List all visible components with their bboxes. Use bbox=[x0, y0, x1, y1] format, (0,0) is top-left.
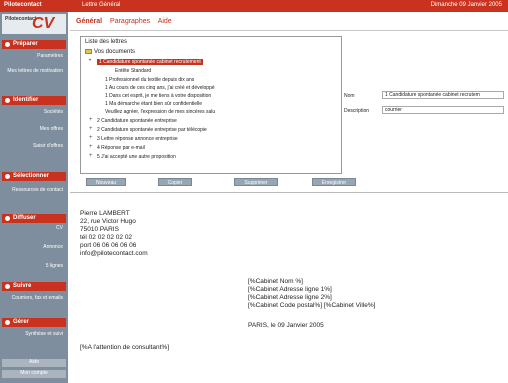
letter-item[interactable]: 2 Candidature spontanée entreprise bbox=[97, 118, 177, 124]
letter-date: PARIS, le 09 Janvier 2005 bbox=[248, 322, 324, 329]
nav-item[interactable]: Paramètres bbox=[2, 53, 66, 60]
letter-item[interactable]: 4 Réponse par e-mail bbox=[97, 145, 145, 151]
sidebar: Pilotecontact CV Préparer Paramètres Mes… bbox=[0, 12, 68, 383]
nav-item[interactable]: Sociétés bbox=[2, 109, 66, 116]
sub-paragraph[interactable]: 1 Ma démarche étant bien sûr confidentie… bbox=[105, 101, 202, 107]
description-field[interactable]: courrier bbox=[382, 106, 504, 114]
nav-item[interactable]: Synthèse et suivi bbox=[2, 331, 66, 338]
tab-help[interactable]: Aide bbox=[158, 18, 172, 25]
bullet-icon bbox=[5, 174, 10, 179]
folder-item[interactable]: Vos documents bbox=[85, 49, 135, 55]
name-field[interactable]: 1 Candidature spontanée cabinet recrutem bbox=[382, 91, 504, 99]
bullet-icon bbox=[5, 216, 10, 221]
nav-header[interactable]: Préparer bbox=[2, 40, 66, 49]
bullet-icon bbox=[5, 320, 10, 325]
letter-item[interactable]: 5 J'ai accepté une autre proposition bbox=[97, 154, 176, 160]
sender-phone: tél 02 02 02 02 02 bbox=[80, 234, 133, 241]
nav-section-diffuser[interactable]: Diffuser CV Annonce 5 lignes bbox=[2, 214, 66, 270]
window-tab[interactable]: Lettre Général bbox=[82, 2, 120, 8]
new-button[interactable]: Nouveau bbox=[86, 178, 126, 186]
divider bbox=[70, 30, 508, 31]
recipient-line: [%Cabinet Code postal%] [%Cabinet Ville%… bbox=[248, 302, 376, 309]
nav-header[interactable]: Identifier bbox=[2, 96, 66, 105]
bullet-icon bbox=[5, 42, 10, 47]
bullet-icon bbox=[5, 98, 10, 103]
tree-bullet: + bbox=[89, 153, 93, 159]
nav-item[interactable]: Ressources de contact bbox=[2, 187, 66, 194]
date-display: Dimanche 09 Janvier 2005 bbox=[430, 2, 502, 8]
app-logo: Pilotecontact CV bbox=[2, 14, 66, 34]
nav-header[interactable]: Gérer bbox=[2, 318, 66, 327]
nav-item[interactable]: Mes offres bbox=[2, 126, 66, 133]
tree-bullet: + bbox=[89, 135, 93, 141]
recipient-line: [%Cabinet Adresse ligne 2%] bbox=[248, 294, 332, 301]
sub-paragraph[interactable]: 1 Dans cet esprit, je me tiens à votre d… bbox=[105, 93, 211, 99]
sender-city: 75010 PARIS bbox=[80, 226, 119, 233]
tab-paragraphs[interactable]: Paragraphes bbox=[110, 18, 150, 25]
account-button[interactable]: Mon compte bbox=[2, 370, 66, 378]
title-bar: Pilotecontact Lettre Général Dimanche 09… bbox=[0, 0, 508, 12]
panel-title: Liste des lettres bbox=[85, 39, 128, 45]
sender-block: Pierre LAMBERT 22, rue Victor Hugo 75010… bbox=[80, 210, 148, 258]
nav-item[interactable]: 5 lignes bbox=[2, 263, 66, 270]
sub-paragraph[interactable]: 1 Au cours de ces cinq ans, j'ai créé et… bbox=[105, 85, 215, 91]
sub-paragraph[interactable]: Veuillez agréer, l'expression de mes sin… bbox=[105, 109, 215, 115]
help-button[interactable]: Aide bbox=[2, 359, 66, 367]
nav-section-gerer[interactable]: Gérer Synthèse et suivi bbox=[2, 318, 66, 338]
letter-list-panel: Liste des lettres Vos documents • 1 Cand… bbox=[80, 36, 342, 174]
nav-item[interactable]: Courriers, fax et emails bbox=[2, 295, 66, 302]
sender-name: Pierre LAMBERT bbox=[80, 210, 130, 217]
sender-mobile: port 06 06 06 06 06 bbox=[80, 242, 137, 249]
description-label: Description bbox=[344, 108, 370, 114]
save-button[interactable]: Enregistrer bbox=[312, 178, 356, 186]
tree-bullet: + bbox=[89, 126, 93, 132]
nav-section-preparer[interactable]: Préparer Paramètres Mes lettres de motiv… bbox=[2, 40, 66, 75]
recipient-line: [%Cabinet Adresse ligne 1%] bbox=[248, 286, 332, 293]
recipient-block: [%Cabinet Nom %] [%Cabinet Adresse ligne… bbox=[248, 278, 375, 310]
app-brand: Pilotecontact bbox=[4, 2, 42, 8]
sender-email: info@pilotecontact.com bbox=[80, 250, 148, 257]
tree-bullet: + bbox=[89, 144, 93, 150]
divider bbox=[70, 192, 508, 193]
copy-button[interactable]: Copier bbox=[158, 178, 192, 186]
menu-tabs: Général Paragraphes Aide bbox=[76, 18, 178, 25]
tree-bullet: • bbox=[89, 58, 92, 64]
letter-item[interactable]: 2 Candidature spontanée entreprise par t… bbox=[97, 127, 207, 133]
letter-item[interactable]: 3 Lettre réponse annonce entreprise bbox=[97, 136, 178, 142]
nav-section-selectionner[interactable]: Sélectionner Ressources de contact bbox=[2, 172, 66, 194]
tree-bullet: + bbox=[89, 117, 93, 123]
nav-section-suivre[interactable]: Suivre Courriers, fax et emails bbox=[2, 282, 66, 302]
logo-cv: CV bbox=[32, 15, 55, 32]
nav-header[interactable]: Sélectionner bbox=[2, 172, 66, 181]
sender-street: 22, rue Victor Hugo bbox=[80, 218, 136, 225]
nav-section-identifier[interactable]: Identifier Sociétés Mes offres Saisir d'… bbox=[2, 96, 66, 150]
nav-item[interactable]: Saisir d'offres bbox=[2, 143, 66, 150]
bullet-icon bbox=[5, 284, 10, 289]
nav-header[interactable]: Diffuser bbox=[2, 214, 66, 223]
attention-line: [%A l'attention de consultant%] bbox=[80, 344, 170, 351]
tab-general[interactable]: Général bbox=[76, 18, 102, 25]
delete-button[interactable]: Supprimer bbox=[234, 178, 278, 186]
folder-icon bbox=[85, 49, 92, 54]
nav-item[interactable]: Annonce bbox=[2, 244, 66, 251]
recipient-line: [%Cabinet Nom %] bbox=[248, 278, 303, 285]
selected-letter[interactable]: 1 Candidature spontanée cabinet recrutem… bbox=[97, 59, 203, 65]
nav-item[interactable]: CV bbox=[2, 225, 66, 232]
name-label: Nom bbox=[344, 93, 355, 99]
nav-header[interactable]: Suivre bbox=[2, 282, 66, 291]
sub-paragraph[interactable]: Entête Standard bbox=[115, 68, 151, 74]
sub-paragraph[interactable]: 1 Professionnel du textile depuis dix an… bbox=[105, 77, 194, 83]
nav-item[interactable]: Mes lettres de motivation bbox=[2, 68, 66, 75]
